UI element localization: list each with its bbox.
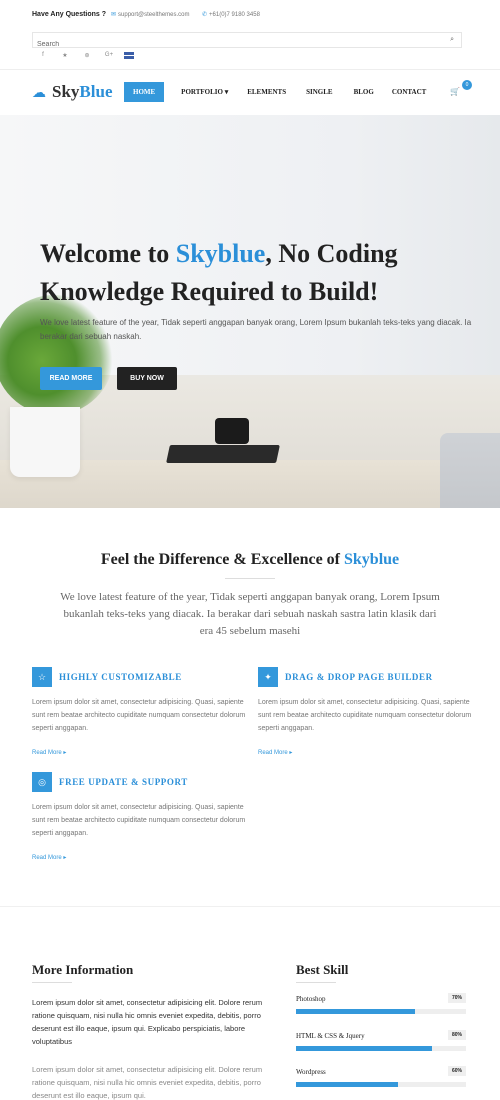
social-links: f ★ ⊛ G+ bbox=[32, 49, 134, 61]
facebook-icon[interactable]: f bbox=[32, 52, 54, 58]
header-divider bbox=[0, 69, 500, 70]
skill-progress-track bbox=[296, 1009, 466, 1014]
skill-item: Wordpress 60% bbox=[296, 1066, 466, 1090]
email-contact[interactable]: ✉ support@steelthemes.com bbox=[111, 11, 190, 18]
read-more-label: Read More bbox=[32, 750, 62, 756]
skill-percent-badge: 80% bbox=[447, 1030, 466, 1040]
best-skill-heading: Best Skill bbox=[296, 962, 349, 977]
arrow-right-icon: ▸ bbox=[63, 750, 67, 756]
skill-percent-badge: 70% bbox=[447, 993, 466, 1003]
best-skill-divider bbox=[296, 982, 336, 983]
hero-pot-image bbox=[10, 407, 80, 477]
buy-now-button[interactable]: BUY NOW bbox=[117, 367, 177, 390]
phone-text: +61(0)7 9180 3458 bbox=[209, 12, 260, 18]
cart-count-badge: 0 bbox=[462, 80, 472, 90]
hero-title-highlight: Skyblue bbox=[175, 239, 266, 268]
hero-title-pre: Welcome to bbox=[40, 239, 176, 268]
more-information-paragraph: Lorem ipsum dolor sit amet, consectetur … bbox=[32, 1065, 263, 1100]
logo-text-sky: Sky bbox=[52, 82, 80, 101]
search-icon[interactable]: ⌕ bbox=[450, 36, 454, 44]
feature-title[interactable]: FREE UPDATE & SUPPORT bbox=[59, 777, 188, 787]
hero-plant-image bbox=[0, 295, 114, 415]
skill-item: Photoshop 70% bbox=[296, 993, 466, 1017]
hero-camera-image bbox=[215, 418, 249, 444]
features-heading: Feel the Difference & Excellence of Skyb… bbox=[0, 551, 500, 569]
features-heading-divider bbox=[225, 578, 275, 579]
feature-read-more-link[interactable]: Read More ▸ bbox=[32, 749, 66, 756]
envelope-icon: ✉ bbox=[111, 12, 117, 18]
arrow-right-icon: ▸ bbox=[289, 750, 293, 756]
skill-progress-track bbox=[296, 1082, 466, 1087]
google-plus-icon[interactable]: G+ bbox=[98, 52, 120, 58]
phone-contact[interactable]: ✆ +61(0)7 9180 3458 bbox=[202, 11, 260, 18]
feature-text: Lorem ipsum dolor sit amet, consectetur … bbox=[32, 804, 246, 837]
hero-banner bbox=[0, 115, 500, 508]
more-information-divider bbox=[32, 982, 72, 983]
main-nav: HOME PORTFOLIO ▾ ELEMENTS SINGLE BLOG CO… bbox=[124, 82, 426, 102]
features-heading-highlight: Skyblue bbox=[344, 551, 400, 568]
shopping-cart-icon[interactable]: 🛒 bbox=[450, 87, 460, 96]
nav-contact[interactable]: CONTACT bbox=[392, 82, 426, 102]
feature-text: Lorem ipsum dolor sit amet, consectetur … bbox=[32, 699, 246, 732]
hero-book-image bbox=[166, 445, 280, 463]
skill-percent-badge: 60% bbox=[447, 1066, 466, 1076]
chevron-down-icon: ▾ bbox=[224, 88, 229, 96]
drag-drop-icon: ✦ bbox=[258, 667, 278, 687]
skill-name: Photoshop bbox=[296, 995, 326, 1003]
questions-label: Have Any Questions ? bbox=[32, 11, 107, 18]
more-information-heading: More Information bbox=[32, 962, 134, 977]
cloud-logo-icon: ☁ bbox=[32, 83, 46, 100]
nav-portfolio[interactable]: PORTFOLIO ▾ bbox=[181, 82, 228, 102]
skill-item: HTML & CSS & Jquery 80% bbox=[296, 1030, 466, 1054]
site-logo[interactable]: ☁ Sky Blue bbox=[32, 82, 112, 102]
globe-icon: ◎ bbox=[32, 772, 52, 792]
section-divider bbox=[0, 906, 500, 907]
read-more-label: Read More bbox=[258, 750, 288, 756]
feature-read-more-link[interactable]: Read More ▸ bbox=[32, 854, 66, 861]
features-intro-text: We love latest feature of the year, Tida… bbox=[60, 591, 440, 637]
more-information-paragraph: Lorem ipsum dolor sit amet, consectetur … bbox=[32, 998, 263, 1046]
features-heading-pre: Feel the Difference & Excellence of bbox=[100, 551, 344, 568]
twitter-icon[interactable]: ★ bbox=[54, 52, 76, 59]
nav-blog[interactable]: BLOG bbox=[354, 82, 374, 102]
nav-home[interactable]: HOME bbox=[124, 82, 165, 102]
nav-elements[interactable]: ELEMENTS bbox=[247, 82, 286, 102]
skill-progress-fill bbox=[296, 1009, 415, 1014]
skill-progress-fill bbox=[296, 1046, 432, 1051]
feature-text: Lorem ipsum dolor sit amet, consectetur … bbox=[258, 699, 472, 732]
read-more-button[interactable]: READ MORE bbox=[40, 367, 102, 390]
feature-title[interactable]: DRAG & DROP PAGE BUILDER bbox=[285, 672, 433, 682]
hero-laptop-image bbox=[440, 433, 500, 508]
skill-progress-fill bbox=[296, 1082, 398, 1087]
pinterest-icon[interactable]: ⊛ bbox=[76, 52, 98, 59]
hero-description: We love latest feature of the year, Tida… bbox=[40, 318, 472, 341]
logo-text-blue: Blue bbox=[79, 82, 113, 101]
email-text: support@steelthemes.com bbox=[118, 12, 190, 18]
skill-name: HTML & CSS & Jquery bbox=[296, 1032, 365, 1040]
hero-title: Welcome to Skyblue, No Coding Knowledge … bbox=[40, 235, 470, 311]
feature-read-more-link[interactable]: Read More ▸ bbox=[258, 749, 292, 756]
phone-icon: ✆ bbox=[202, 12, 208, 18]
read-more-label: Read More bbox=[32, 855, 62, 861]
arrow-right-icon: ▸ bbox=[63, 855, 67, 861]
top-bar: Have Any Questions ? ✉ support@steeltheme… bbox=[0, 0, 500, 32]
nav-portfolio-label: PORTFOLIO bbox=[181, 88, 223, 96]
language-flag-icon[interactable] bbox=[124, 51, 134, 59]
skill-progress-track bbox=[296, 1046, 466, 1051]
search-bar: ⌕ bbox=[32, 32, 462, 52]
nav-single[interactable]: SINGLE bbox=[306, 82, 332, 102]
skill-name: Wordpress bbox=[296, 1068, 326, 1076]
lightbulb-icon: ☆ bbox=[32, 667, 52, 687]
feature-title[interactable]: HIGHLY CUSTOMIZABLE bbox=[59, 672, 182, 682]
